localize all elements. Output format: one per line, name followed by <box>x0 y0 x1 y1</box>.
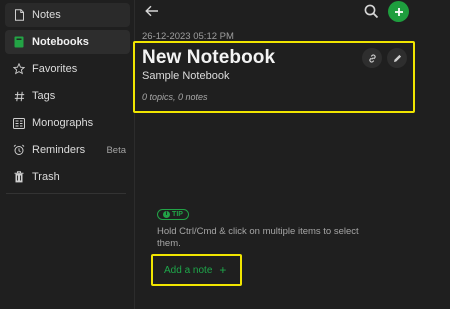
star-icon <box>11 61 27 77</box>
notebook-header-card: New Notebook Sample Notebook 0 topics, 0… <box>133 41 415 113</box>
search-button[interactable] <box>363 3 379 19</box>
sidebar-item-monographs[interactable]: Monographs <box>5 111 130 135</box>
edit-button[interactable] <box>387 48 407 68</box>
tip-text: Hold Ctrl/Cmd & click on multiple items … <box>157 226 359 249</box>
sidebar-item-label: Notebooks <box>32 36 89 48</box>
sidebar-item-reminders[interactable]: Reminders Beta <box>5 138 130 162</box>
beta-badge: Beta <box>106 144 126 156</box>
note-icon <box>11 7 27 23</box>
search-icon <box>364 4 378 18</box>
sidebar-item-label: Favorites <box>32 63 78 75</box>
back-button[interactable] <box>144 3 160 19</box>
sidebar-item-tags[interactable]: Tags <box>5 84 130 108</box>
plus-icon: + <box>219 263 227 277</box>
sidebar-item-trash[interactable]: Trash <box>5 165 130 189</box>
app-window: Notes Notebooks Favorites Tags Monograph <box>0 0 450 309</box>
sidebar-item-label: Reminders <box>32 144 86 156</box>
sidebar: Notes Notebooks Favorites Tags Monograph <box>0 0 135 309</box>
sidebar-divider <box>6 193 126 194</box>
pencil-icon <box>393 54 401 62</box>
trash-icon <box>11 169 27 185</box>
sidebar-item-favorites[interactable]: Favorites <box>5 57 130 81</box>
add-note-button[interactable]: Add a note + <box>151 254 242 286</box>
notebook-view: 26-12-2023 05:12 PM New Notebook Sample … <box>133 0 415 309</box>
sidebar-item-label: Trash <box>32 171 60 183</box>
plus-icon <box>394 7 403 16</box>
tip-badge: i TIP <box>157 209 189 220</box>
tip-badge-label: TIP <box>172 211 183 218</box>
link-button[interactable] <box>362 48 382 68</box>
notebook-meta: 0 topics, 0 notes <box>142 92 208 102</box>
notebook-title: New Notebook <box>142 47 276 68</box>
arrow-left-icon <box>145 5 158 17</box>
link-icon <box>368 53 376 63</box>
notebook-icon <box>11 34 27 50</box>
alarm-icon <box>11 142 27 158</box>
sidebar-item-label: Notes <box>32 9 61 21</box>
sidebar-item-label: Tags <box>32 90 56 102</box>
info-icon: i <box>163 211 171 218</box>
sidebar-item-label: Monographs <box>32 117 94 129</box>
notebook-description: Sample Notebook <box>142 70 230 82</box>
monograph-icon <box>11 115 27 131</box>
sidebar-item-notebooks[interactable]: Notebooks <box>5 30 130 54</box>
hash-icon <box>11 88 27 104</box>
sidebar-item-notes[interactable]: Notes <box>5 3 130 27</box>
add-button[interactable] <box>388 1 409 22</box>
add-note-label: Add a note <box>164 264 213 276</box>
